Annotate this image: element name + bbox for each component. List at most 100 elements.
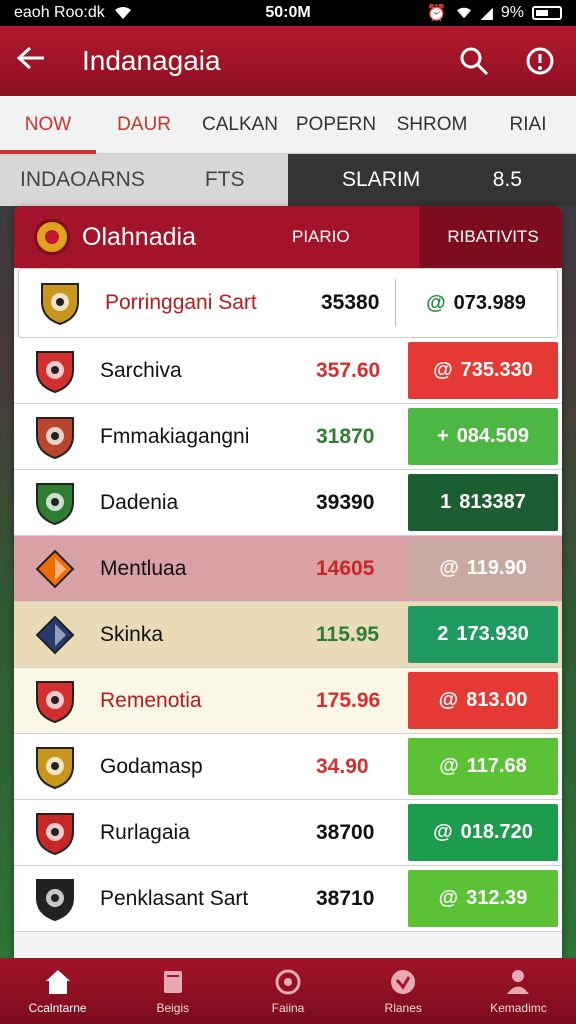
league-name: Olahnadia bbox=[82, 222, 196, 251]
wifi-icon bbox=[456, 7, 471, 19]
battery-icon bbox=[532, 6, 562, 20]
table-row[interactable]: Fmmakiagangni 31870 +084.509 bbox=[14, 404, 562, 470]
table-row[interactable]: Sarchiva 357.60 @735.330 bbox=[14, 338, 562, 404]
tab-popern[interactable]: POPERN bbox=[288, 96, 384, 154]
change-symbol: @ bbox=[439, 557, 459, 579]
sub-label-3: SLARIM bbox=[342, 168, 421, 191]
tab-calkan[interactable]: CALKAN bbox=[192, 96, 288, 154]
carrier-label: eaoh Roo:dk bbox=[14, 4, 105, 21]
team-name: Skinka bbox=[100, 622, 164, 646]
column-header-change: RIBATIVITS bbox=[447, 227, 539, 246]
team-diamond-icon bbox=[32, 612, 78, 658]
sub-header-right[interactable]: SLARIM 8.5 bbox=[288, 154, 576, 206]
change-symbol: + bbox=[437, 425, 449, 447]
change-symbol: 1 bbox=[440, 491, 452, 513]
table-row[interactable]: Porringgani Sart 35380 @073.989 bbox=[18, 268, 558, 338]
battery-percent: 9% bbox=[500, 4, 524, 21]
change-badge[interactable]: @813.00 bbox=[408, 672, 558, 729]
change-value: 018.720 bbox=[460, 821, 533, 843]
change-value: 813387 bbox=[459, 491, 526, 513]
change-badge[interactable]: @735.330 bbox=[408, 342, 558, 399]
team-shield-icon bbox=[32, 414, 78, 460]
team-list: Porringgani Sart 35380 @073.989 Sarchiva 357… bbox=[14, 268, 562, 932]
change-value: 073.989 bbox=[453, 291, 526, 314]
column-header-price: PIARIO bbox=[292, 227, 350, 246]
team-shield-icon bbox=[32, 678, 78, 724]
search-icon[interactable] bbox=[454, 41, 494, 81]
change-badge[interactable]: 2 173.930 bbox=[408, 606, 558, 663]
table-row[interactable]: Mentluaa 14605 @119.90 bbox=[14, 536, 562, 602]
team-shield-icon bbox=[37, 280, 83, 326]
tab-shrom[interactable]: SHROM bbox=[384, 96, 480, 154]
bottom-navigation: Ccalntarne Beigis Faiina Rlanes Kemadimc bbox=[0, 958, 576, 1024]
back-arrow-icon[interactable] bbox=[16, 44, 52, 78]
nav-beigis[interactable]: Beigis bbox=[115, 958, 230, 1024]
tab-riai[interactable]: RIAI bbox=[480, 96, 576, 154]
change-value: 084.509 bbox=[456, 425, 529, 447]
sub-label-4: 8.5 bbox=[492, 168, 522, 191]
home-icon bbox=[45, 970, 70, 994]
team-name: Mentluaa bbox=[100, 556, 187, 580]
change-symbol: @ bbox=[433, 821, 453, 843]
change-value: 117.68 bbox=[466, 755, 527, 777]
change-value: 813.00 bbox=[466, 689, 528, 711]
team-name: Fmmakiagangni bbox=[100, 424, 250, 448]
change-symbol: @ bbox=[439, 755, 459, 777]
table-row[interactable]: Penklasant Sart 38710 @312.39 bbox=[14, 866, 562, 932]
table-row[interactable]: Rurlagaia 38700 @018.720 bbox=[14, 800, 562, 866]
change-value: 119.90 bbox=[466, 557, 527, 579]
folder-icon bbox=[163, 971, 182, 993]
sub-header: INDAOARNS FTS SLARIM 8.5 bbox=[0, 154, 576, 206]
check-circle-icon bbox=[391, 970, 416, 994]
tab-daur[interactable]: DAUR bbox=[96, 96, 192, 154]
status-bar: eaoh Roo:dk 50:0M ⏰ ◢ 9% bbox=[0, 0, 576, 26]
person-icon bbox=[507, 970, 530, 994]
team-name: Porringgani Sart bbox=[105, 291, 257, 314]
tab-now[interactable]: NOW bbox=[0, 96, 96, 154]
team-name: Dadenia bbox=[100, 490, 179, 514]
team-shield-icon bbox=[32, 348, 78, 394]
change-badge[interactable]: +084.509 bbox=[408, 408, 558, 465]
sub-label-2: FTS bbox=[204, 168, 245, 191]
team-shield-icon bbox=[32, 744, 78, 790]
table-row[interactable]: Dadenia 39390 1 813387 bbox=[14, 470, 562, 536]
change-badge[interactable]: @312.39 bbox=[408, 870, 558, 927]
nav-faiina[interactable]: Faiina bbox=[230, 958, 345, 1024]
nav-kemadimc[interactable]: Kemadimc bbox=[461, 958, 576, 1024]
info-icon[interactable] bbox=[520, 41, 560, 81]
change-symbol: @ bbox=[438, 689, 459, 711]
ball-icon bbox=[275, 969, 301, 995]
change-value: 735.330 bbox=[460, 359, 533, 381]
nav-label: Rlanes bbox=[384, 1001, 422, 1015]
team-shield-icon bbox=[32, 876, 78, 922]
change-symbol: 2 bbox=[437, 623, 449, 645]
team-diamond-icon bbox=[32, 546, 78, 592]
change-value: 173.930 bbox=[456, 623, 529, 645]
app-bar: Indanagaia bbox=[0, 26, 576, 96]
change-badge[interactable]: @117.68 bbox=[408, 738, 558, 795]
change-value: 312.39 bbox=[466, 887, 528, 909]
wifi-icon bbox=[114, 6, 131, 19]
team-name: Penklasant Sart bbox=[100, 886, 249, 910]
table-row[interactable]: Remenotia 175.96 @813.00 bbox=[14, 668, 562, 734]
change-badge[interactable]: @119.90 bbox=[408, 540, 558, 597]
change-badge[interactable]: @018.720 bbox=[408, 804, 558, 861]
team-name: Rurlagaia bbox=[100, 820, 190, 844]
nav-home[interactable]: Ccalntarne bbox=[0, 958, 115, 1024]
nav-label: Kemadimc bbox=[490, 1001, 547, 1015]
league-crest-icon bbox=[34, 219, 70, 255]
panel-header: Olahnadia PIARIO RIBATIVITS bbox=[14, 206, 562, 268]
table-row[interactable]: Godamasp 34.90 @117.68 bbox=[14, 734, 562, 800]
change-symbol: @ bbox=[426, 291, 446, 314]
signal-icon: ◢ bbox=[480, 5, 493, 22]
sub-label-1: INDAOARNS bbox=[20, 168, 145, 191]
change-symbol: @ bbox=[438, 887, 459, 909]
alarm-icon: ⏰ bbox=[426, 5, 447, 22]
nav-label: Beigis bbox=[156, 1001, 190, 1015]
table-row[interactable]: Skinka 115.95 2 173.930 bbox=[14, 602, 562, 668]
sub-header-left[interactable]: INDAOARNS FTS bbox=[0, 154, 288, 206]
change-badge[interactable]: @073.989 bbox=[395, 273, 551, 333]
team-name: Sarchiva bbox=[100, 358, 182, 382]
change-badge[interactable]: 1 813387 bbox=[408, 474, 558, 531]
nav-rlanes[interactable]: Rlanes bbox=[346, 958, 461, 1024]
